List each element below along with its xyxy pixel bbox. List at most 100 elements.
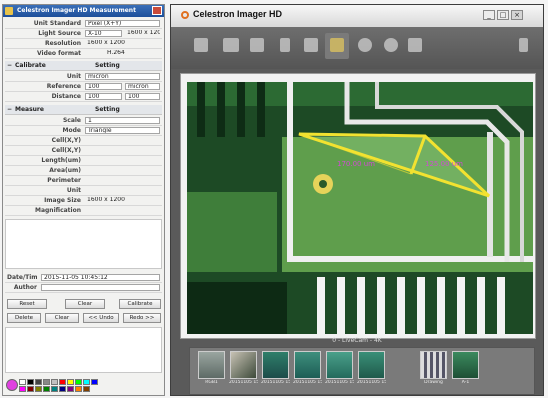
- author-input[interactable]: [41, 284, 160, 291]
- scale-select[interactable]: 1: [85, 117, 160, 124]
- color-swatch[interactable]: [51, 379, 58, 385]
- thumbnail-item[interactable]: RGB1: [198, 351, 225, 389]
- field-label: Distance: [51, 93, 81, 100]
- mode-select[interactable]: Triangle: [85, 127, 160, 134]
- measure-section-header[interactable]: − Measure Setting: [5, 105, 162, 115]
- color-swatch[interactable]: [59, 386, 66, 392]
- field-label: Unit Standard: [33, 20, 81, 27]
- maximize-button[interactable]: □: [497, 10, 509, 20]
- light-source-select[interactable]: X-10: [85, 30, 122, 37]
- redo-button[interactable]: Redo >>: [123, 313, 161, 323]
- row-area: Area(um): [5, 166, 162, 176]
- distance-input[interactable]: 100: [85, 93, 122, 100]
- section-value: Setting: [95, 106, 120, 113]
- calibrate-section-header[interactable]: − Calibrate Setting: [5, 61, 162, 71]
- row-datetime: Date/Time 2015-11-05 10:45:12: [5, 273, 162, 283]
- reference-input[interactable]: 100: [85, 83, 122, 90]
- compare-icon[interactable]: [245, 33, 269, 59]
- color-swatch[interactable]: [35, 379, 42, 385]
- distance-value[interactable]: 100: [125, 93, 160, 100]
- field-label: Image Size: [44, 197, 81, 204]
- color-swatch[interactable]: [59, 379, 66, 385]
- flip-icon[interactable]: [189, 33, 213, 59]
- collapse-icon[interactable]: −: [7, 61, 12, 70]
- thumbnail-item[interactable]: Drawing: [420, 351, 447, 389]
- measurement-panel-titlebar: Celestron Imager HD Measurement: [3, 5, 164, 17]
- color-swatch[interactable]: [43, 386, 50, 392]
- undo-button[interactable]: << Undo: [83, 313, 119, 323]
- thumbnail-item[interactable]: 20151105 155148: [229, 351, 258, 389]
- clear-button[interactable]: Clear: [65, 299, 105, 309]
- row-mode: Mode Triangle: [5, 126, 162, 136]
- close-button[interactable]: ×: [511, 10, 523, 20]
- row-cell-1: Cell(X,Y): [5, 136, 162, 146]
- calibrate-button[interactable]: Calibrate: [119, 299, 161, 309]
- row-unit-standard: Unit Standard Pixel (X+Y): [5, 19, 162, 29]
- thumbnail-caption: RGB1: [205, 380, 218, 385]
- fit-icon[interactable]: [403, 33, 427, 59]
- section-label: Measure: [15, 106, 44, 113]
- unit-standard-select[interactable]: Pixel (X+Y): [85, 20, 160, 27]
- color-swatch[interactable]: [27, 386, 34, 392]
- color-swatch[interactable]: [67, 386, 74, 392]
- color-swatch[interactable]: [83, 379, 90, 385]
- color-swatch[interactable]: [75, 386, 82, 392]
- thumbnail-caption: 20151105 155338: [325, 380, 354, 385]
- color-swatch[interactable]: [67, 379, 74, 385]
- field-label: Scale: [62, 117, 81, 124]
- field-label: Area(um): [49, 167, 81, 174]
- zoom-out-icon[interactable]: [379, 33, 403, 59]
- measurement-panel: Celestron Imager HD Measurement Unit Sta…: [2, 4, 165, 396]
- minimize-button[interactable]: _: [483, 10, 495, 20]
- thumbnail-item[interactable]: 20151105 155338: [325, 351, 354, 389]
- reference-unit-select[interactable]: micron: [125, 83, 160, 90]
- color-swatch[interactable]: [19, 379, 26, 385]
- field-label: Video format: [36, 50, 81, 57]
- current-color-swatch[interactable]: [6, 379, 18, 391]
- print-icon[interactable]: [299, 33, 323, 59]
- color-swatch[interactable]: [27, 379, 34, 385]
- color-swatch[interactable]: [35, 386, 42, 392]
- color-swatch[interactable]: [75, 379, 82, 385]
- color-swatch[interactable]: [43, 379, 50, 385]
- thumbnail-item[interactable]: A-1: [452, 351, 479, 389]
- thumbnail-item[interactable]: 20151105 155248: [261, 351, 290, 389]
- collapse-icon[interactable]: −: [7, 105, 12, 114]
- delete-button[interactable]: Delete: [7, 313, 41, 323]
- color-swatch[interactable]: [83, 386, 90, 392]
- color-swatch[interactable]: [51, 386, 58, 392]
- delete-icon[interactable]: [273, 33, 297, 59]
- microscope-image[interactable]: 170.00 um 125.00 um: [187, 82, 533, 334]
- thumbnail-item[interactable]: 20151105 155318: [293, 351, 322, 389]
- clear-all-button[interactable]: Clear: [45, 313, 79, 323]
- unit-select[interactable]: micron: [85, 73, 160, 80]
- thumbnail-caption: A-1: [461, 380, 470, 385]
- camera-status: 0 - LiveCam - 4K: [332, 337, 382, 344]
- thumbnail-strip: RGB1 20151105 155148 20151105 155248 201…: [189, 347, 535, 395]
- close-icon[interactable]: [152, 6, 162, 15]
- field-label: Author: [13, 284, 37, 291]
- color-swatch[interactable]: [91, 379, 98, 385]
- color-swatch[interactable]: [19, 386, 26, 392]
- measure-icon[interactable]: [325, 33, 349, 59]
- reset-button[interactable]: Reset: [7, 299, 47, 309]
- row-cell-2: Cell(X,Y): [5, 146, 162, 156]
- zoom-in-icon[interactable]: [353, 33, 377, 59]
- row-magnification: Magnification: [5, 206, 162, 216]
- fullscreen-icon[interactable]: [511, 33, 535, 59]
- thumbnail-caption: 20151105 155318: [293, 380, 322, 385]
- thumbnail-caption: 20151105 155148: [229, 380, 258, 385]
- stitch-icon[interactable]: [219, 33, 243, 59]
- field-label: Reference: [46, 83, 81, 90]
- imager-window: Celestron Imager HD _ □ × 170.00 um 125.…: [170, 4, 544, 396]
- datetime-input[interactable]: 2015-11-05 10:45:12: [41, 274, 160, 281]
- row-perimeter: Perimeter: [5, 176, 162, 186]
- measure-label-1: 170.00 um: [337, 160, 375, 168]
- thumbnail-item[interactable]: 20151105 155456: [357, 351, 386, 389]
- row-unit: Unit micron: [5, 72, 162, 82]
- field-label: Magnification: [34, 207, 81, 214]
- row-author: Author: [5, 283, 162, 293]
- notes-area[interactable]: [5, 219, 162, 269]
- row-length: Length(um): [5, 156, 162, 166]
- image-viewer[interactable]: 170.00 um 125.00 um: [180, 73, 536, 339]
